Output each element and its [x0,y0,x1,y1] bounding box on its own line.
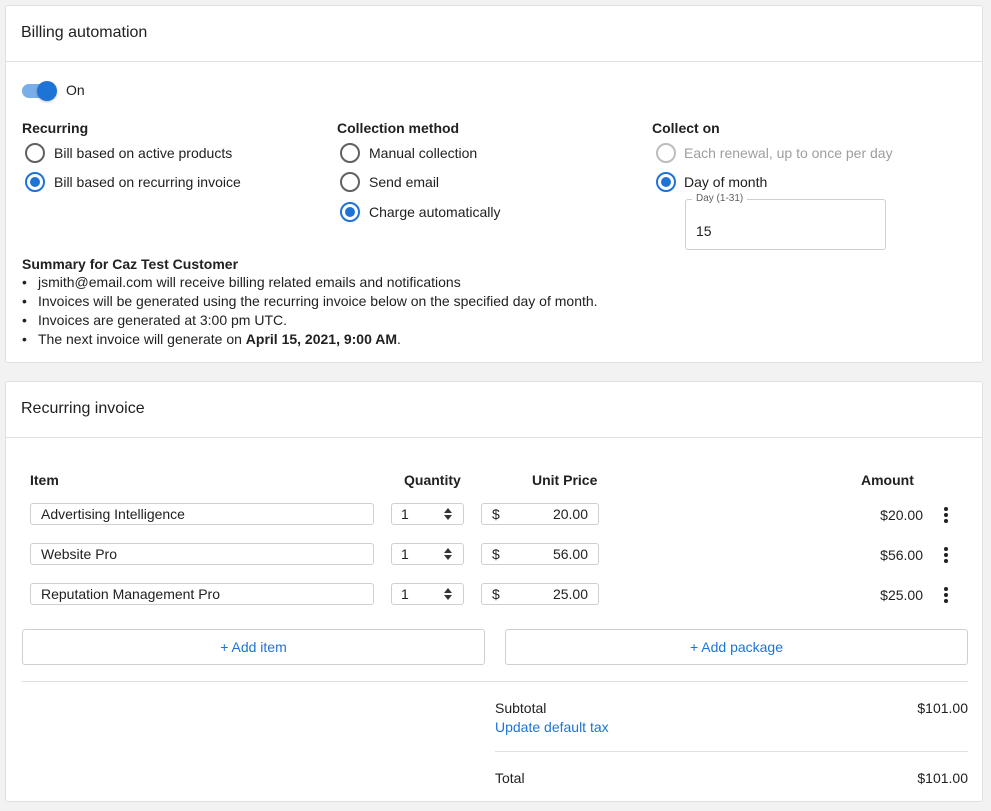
radio-label: Manual collection [369,145,478,161]
radio-label: Day of month [684,174,768,190]
radio-label: Bill based on recurring invoice [54,174,241,190]
billing-automation-card: Billing automation On Recurring Bill bas… [5,5,983,363]
billing-toggle[interactable] [22,81,58,101]
radio-send-email[interactable] [340,172,360,192]
row-more-menu-icon[interactable] [944,587,948,603]
unit-price-value: 25.00 [552,586,588,602]
radio-charge-automatically[interactable] [340,202,360,222]
day-field-label: Day (1-31) [692,193,748,204]
currency-symbol: $ [492,586,500,602]
column-header-item: Item [30,472,59,488]
divider [22,681,968,682]
quantity-value: 1 [401,586,409,602]
currency-symbol: $ [492,546,500,562]
radio-label: Bill based on active products [54,145,233,161]
unit-price-value: 56.00 [552,546,588,562]
toggle-label: On [66,82,85,98]
quantity-stepper[interactable]: 1 [391,543,464,565]
radio-label: Each renewal, up to once per day [684,145,893,161]
summary-item: Invoices are generated at 3:00 pm UTC. [22,311,598,330]
billing-automation-title: Billing automation [6,6,982,62]
column-header-quantity: Quantity [404,472,461,488]
toggle-thumb [37,81,57,101]
recurring-invoice-title: Recurring invoice [6,382,982,438]
radio-label: Send email [369,174,440,190]
total-value: $101.00 [917,770,968,786]
unit-price-value: 20.00 [552,506,588,522]
item-name-input[interactable]: Website Pro [30,543,374,565]
subtotal-label: Subtotal [495,700,547,716]
subtotal-value: $101.00 [917,700,968,716]
stepper-arrows-icon[interactable] [444,588,452,600]
radio-label: Charge automatically [369,204,501,220]
row-amount: $20.00 [880,507,923,523]
quantity-value: 1 [401,546,409,562]
stepper-arrows-icon[interactable] [444,548,452,560]
summary-item: jsmith@email.com will receive billing re… [22,273,598,292]
radio-bill-active-products[interactable] [25,143,45,163]
item-name-input[interactable]: Advertising Intelligence [30,503,374,525]
radio-day-of-month[interactable] [656,172,676,192]
row-more-menu-icon[interactable] [944,507,948,523]
row-amount: $25.00 [880,587,923,603]
row-amount: $56.00 [880,547,923,563]
collection-method-heading: Collection method [337,120,460,136]
currency-symbol: $ [492,506,500,522]
quantity-stepper[interactable]: 1 [391,583,464,605]
day-field-value: 15 [696,223,712,239]
summary-item: Invoices will be generated using the rec… [22,292,598,311]
quantity-value: 1 [401,506,409,522]
column-header-amount: Amount [861,472,914,488]
next-invoice-prefix: The next invoice will generate on [38,331,246,347]
collect-on-heading: Collect on [652,120,720,136]
radio-each-renewal [656,143,676,163]
radio-bill-recurring-invoice[interactable] [25,172,45,192]
update-default-tax-link[interactable]: Update default tax [495,719,609,735]
column-header-unit-price: Unit Price [532,472,598,488]
divider [495,751,968,752]
summary-item-next-invoice: The next invoice will generate on April … [22,330,598,349]
next-invoice-date: April 15, 2021, 9:00 AM [245,331,398,347]
stepper-arrows-icon[interactable] [444,508,452,520]
next-invoice-suffix: . [397,331,401,347]
recurring-invoice-card: Recurring invoice Item Quantity Unit Pri… [5,381,983,802]
recurring-heading: Recurring [22,120,89,136]
summary-heading: Summary for Caz Test Customer [22,256,239,272]
add-item-button[interactable]: + Add item [22,629,485,665]
unit-price-input[interactable]: $56.00 [481,543,599,565]
day-of-month-input[interactable]: Day (1-31) 15 [685,193,886,250]
quantity-stepper[interactable]: 1 [391,503,464,525]
item-name-input[interactable]: Reputation Management Pro [30,583,374,605]
add-package-button[interactable]: + Add package [505,629,968,665]
unit-price-input[interactable]: $20.00 [481,503,599,525]
radio-manual-collection[interactable] [340,143,360,163]
row-more-menu-icon[interactable] [944,547,948,563]
summary-list: jsmith@email.com will receive billing re… [22,273,598,349]
total-label: Total [495,770,525,786]
unit-price-input[interactable]: $25.00 [481,583,599,605]
